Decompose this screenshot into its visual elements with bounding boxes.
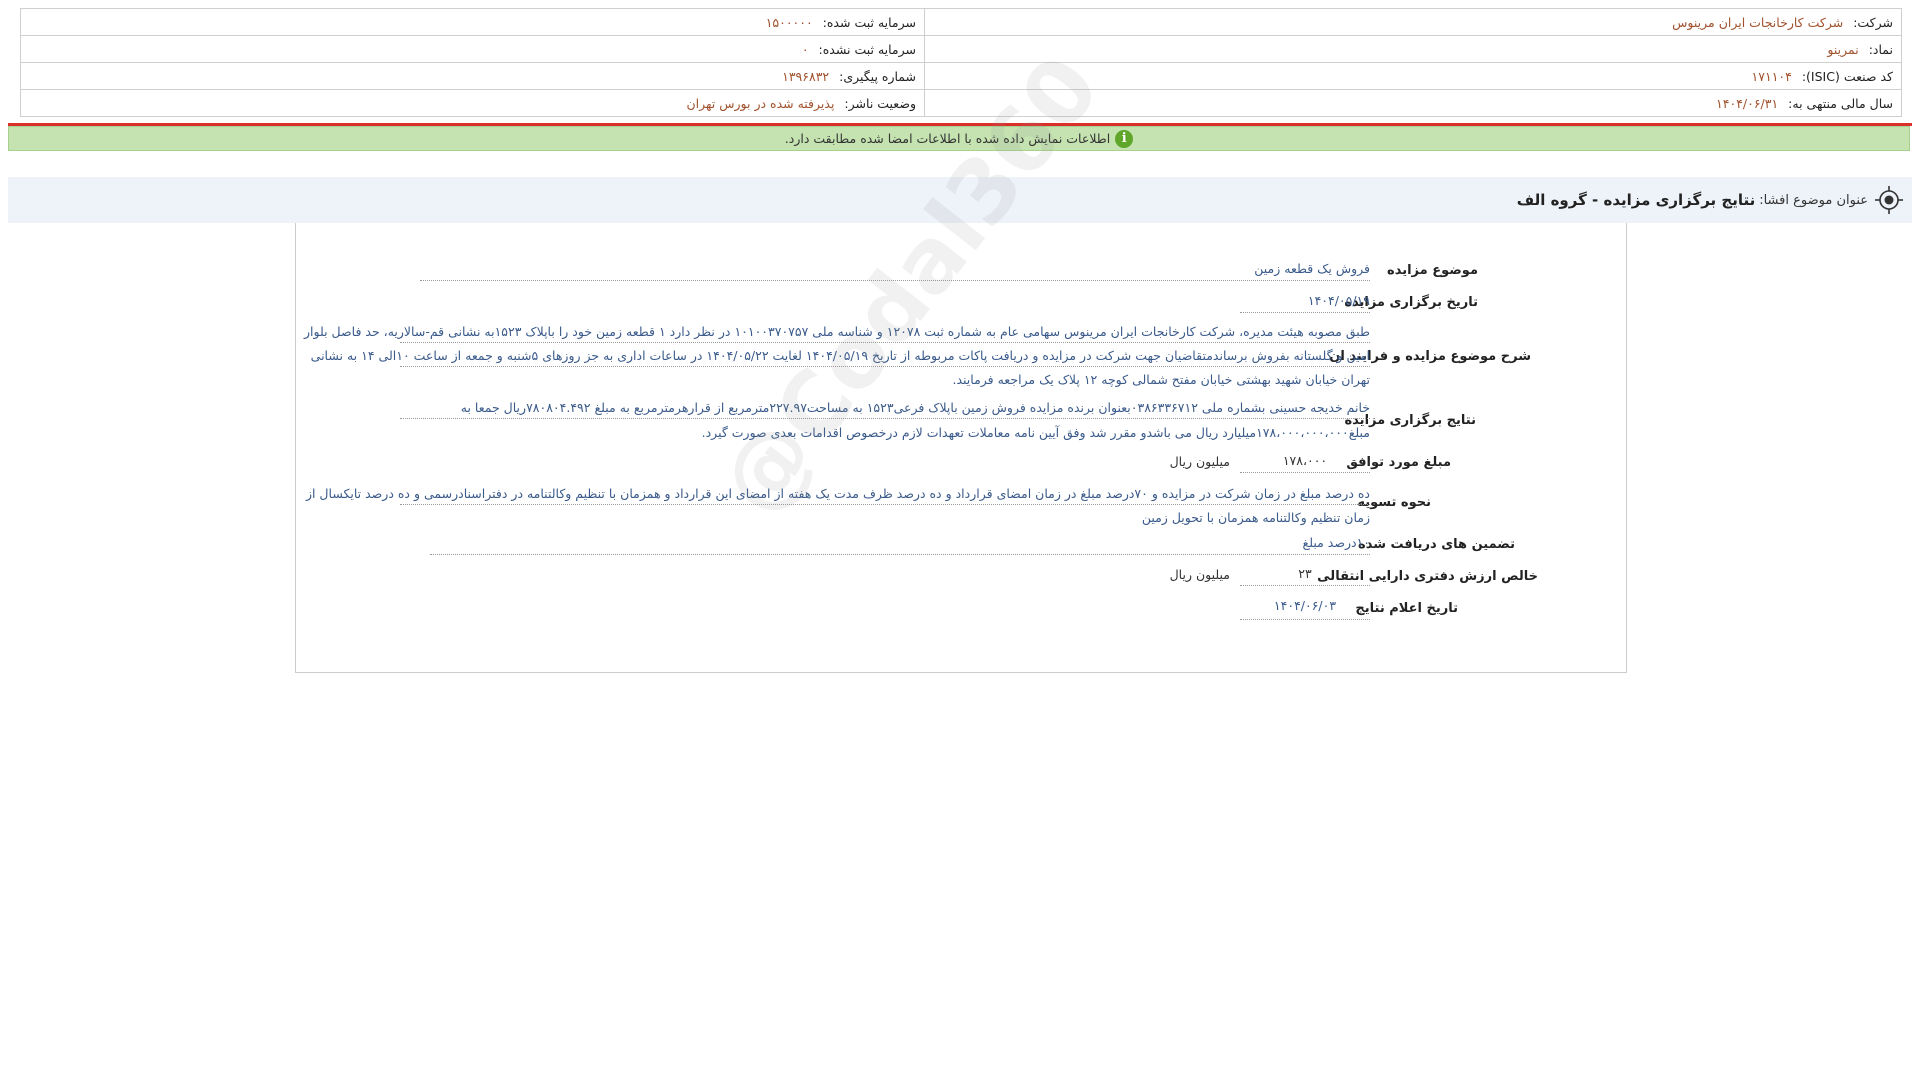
guarantee-value: ۱۰درصد مبلغ: [430, 535, 1370, 555]
unregistered-capital-value: ۰: [801, 41, 809, 57]
info-row: سال مالی منتهی به: ۱۴۰۴/۰۶/۳۱ وضعیت ناشر…: [20, 89, 1902, 117]
description-line: طبق مصوبه هیئت مدیره، شرکت کارخانجات ایر…: [304, 324, 1370, 343]
fiscal-cell: سال مالی منتهی به: ۱۴۰۴/۰۶/۳۱: [924, 89, 1902, 117]
company-value[interactable]: شرکت کارخانجات ایران مرینوس: [1672, 15, 1843, 30]
registered-capital-value: ۱۵۰۰۰۰۰: [765, 14, 813, 30]
registered-capital-label: سرمایه ثبت شده:: [822, 14, 916, 30]
status-value: پذیرفته شده در بورس تهران: [686, 95, 835, 111]
description-line: امین و گلستانه بفروش برساندمتقاضیان جهت …: [311, 348, 1370, 367]
registered-capital-cell: سرمایه ثبت شده: ۱۵۰۰۰۰۰: [20, 8, 925, 36]
subject-label: موضوع مزایده: [1387, 263, 1478, 278]
info-row: کد صنعت (ISIC): ۱۷۱۱۰۴ شماره پیگیری: ۱۳۹…: [20, 62, 1902, 90]
book-value-unit: میلیون ریال: [1169, 567, 1230, 582]
unregistered-capital-label: سرمایه ثبت نشده:: [818, 41, 916, 57]
tracking-value: ۱۳۹۶۸۳۲: [782, 68, 830, 84]
info-row: شرکت: شرکت کارخانجات ایران مرینوس سرمایه…: [20, 8, 1902, 36]
company-cell: شرکت: شرکت کارخانجات ایران مرینوس: [924, 8, 1902, 36]
agreed-amount-value: ۱۷۸،۰۰۰: [1240, 453, 1370, 473]
status-label: وضعیت ناشر:: [844, 95, 916, 111]
fiscal-label: سال مالی منتهی به:: [1788, 95, 1893, 111]
verification-message: اطلاعات نمایش داده شده با اطلاعات امضا ش…: [784, 131, 1111, 146]
symbol-cell: نماد: نمرینو: [924, 35, 1902, 63]
symbol-label: نماد:: [1868, 41, 1893, 57]
settlement-line: زمان تنظیم وکالتنامه همزمان با تحویل زمی…: [1141, 510, 1370, 525]
results-line: خانم خدیجه حسینی بشماره ملی ۰۳۸۶۳۳۶۷۱۲بع…: [400, 400, 1370, 419]
verification-bar: i اطلاعات نمایش داده شده با اطلاعات امضا…: [8, 126, 1910, 151]
isic-value: ۱۷۱۱۰۴: [1751, 68, 1792, 84]
info-icon: i: [1115, 129, 1134, 148]
guarantee-label: تضمین های دریافت شده: [1358, 537, 1515, 552]
unregistered-capital-cell: سرمایه ثبت نشده: ۰: [20, 35, 925, 63]
isic-label: کد صنعت (ISIC):: [1801, 68, 1893, 84]
title-bar: عنوان موضوع افشا: نتایج برگزاری مزایده -…: [8, 177, 1912, 223]
details-panel: موضوع مزایده فروش یک قطعه زمین تاریخ برگ…: [295, 223, 1627, 673]
isic-cell: کد صنعت (ISIC): ۱۷۱۱۰۴: [924, 62, 1902, 90]
page-title: نتایج برگزاری مزایده - گروه الف: [1516, 191, 1756, 209]
tracking-label: شماره پیگیری:: [839, 68, 916, 84]
title-label: عنوان موضوع افشا:: [1759, 192, 1868, 208]
status-cell: وضعیت ناشر: پذیرفته شده در بورس تهران: [20, 89, 925, 117]
info-row: نماد: نمرینو سرمایه ثبت نشده: ۰: [20, 35, 1902, 63]
settlement-line: ده درصد مبلغ در زمان شرکت در مزایده و ۷۰…: [306, 486, 1370, 505]
target-icon: [1875, 186, 1903, 214]
company-label: شرکت:: [1853, 14, 1893, 30]
symbol-value[interactable]: نمرینو: [1827, 42, 1858, 57]
fiscal-value: ۱۴۰۴/۰۶/۳۱: [1716, 95, 1779, 111]
announcement-date-label: تاریخ اعلام نتایج: [1355, 601, 1458, 616]
description-line: تهران خیابان شهید بهشتی خیابان مفتح شمال…: [952, 372, 1370, 387]
agreed-amount-unit: میلیون ریال: [1169, 454, 1230, 469]
auction-date-value: ۱۴۰۴/۰۵/۱۹: [1240, 293, 1370, 313]
results-line: مبلغ۱۷۸،۰۰۰،۰۰۰،۰۰۰میلیارد ریال می باشدو…: [701, 425, 1370, 440]
page: شرکت: شرکت کارخانجات ایران مرینوس سرمایه…: [0, 0, 1920, 1080]
tracking-cell: شماره پیگیری: ۱۳۹۶۸۳۲: [20, 62, 925, 90]
book-value-value: ۲۳: [1240, 566, 1370, 586]
subject-value: فروش یک قطعه زمین: [420, 261, 1370, 281]
announcement-date-value: ۱۴۰۴/۰۶/۰۳: [1240, 598, 1370, 620]
company-info-table: شرکت: شرکت کارخانجات ایران مرینوس سرمایه…: [20, 8, 1902, 117]
